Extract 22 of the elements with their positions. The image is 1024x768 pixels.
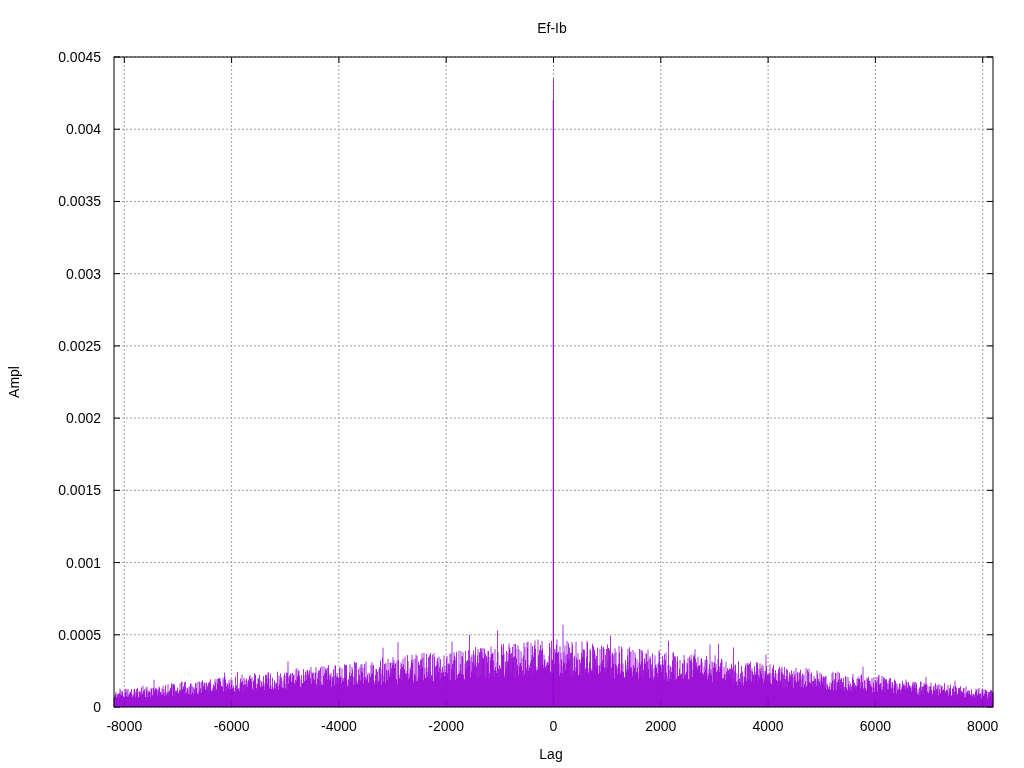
x-tick-label: 0 bbox=[549, 718, 558, 734]
chart-title: Ef-Ib bbox=[537, 20, 567, 36]
y-tick-label: 0.0045 bbox=[58, 49, 101, 65]
y-tick-label: 0.002 bbox=[65, 410, 101, 427]
y-tick-label: 0.0015 bbox=[58, 482, 101, 499]
x-tick-label: -8000 bbox=[106, 718, 143, 734]
y-tick-label: 0.003 bbox=[65, 265, 101, 282]
y-tick-label: 0.0005 bbox=[58, 626, 101, 643]
y-tick-label: 0.001 bbox=[65, 554, 101, 571]
y-tick-label: 0.004 bbox=[65, 121, 101, 138]
y-axis-label: Ampl bbox=[6, 366, 22, 398]
x-axis-label: Lag bbox=[539, 746, 563, 762]
x-tick-label: 4000 bbox=[752, 718, 784, 734]
x-tick-label: 2000 bbox=[645, 718, 677, 734]
y-tick-label: 0 bbox=[93, 699, 101, 715]
y-tick-label: 0.0035 bbox=[58, 193, 101, 210]
y-tick-label: 0.0025 bbox=[58, 337, 101, 354]
x-tick-label: 8000 bbox=[967, 718, 999, 734]
x-tick-label: -4000 bbox=[321, 718, 357, 734]
x-tick-label: 6000 bbox=[859, 718, 891, 734]
x-tick-label: -6000 bbox=[213, 718, 250, 734]
x-tick-label: -2000 bbox=[428, 718, 465, 734]
